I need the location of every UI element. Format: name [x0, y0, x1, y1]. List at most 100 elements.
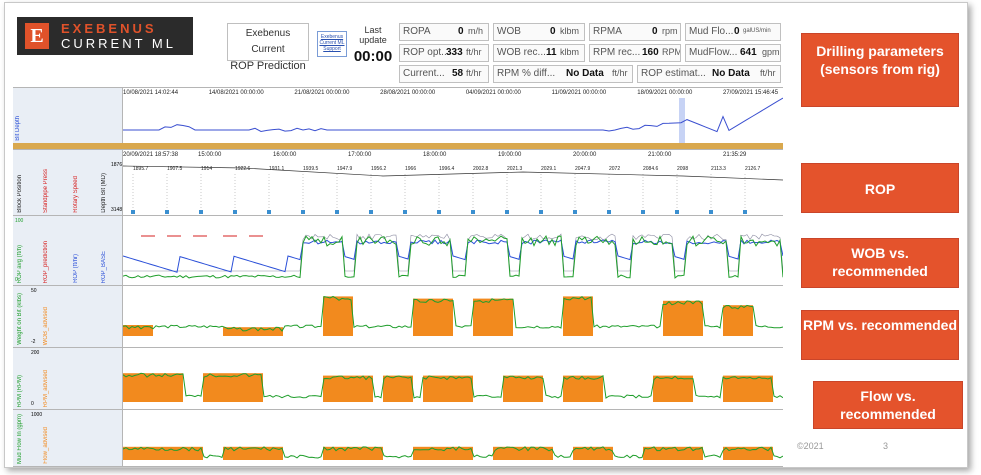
scale-max: 3148 — [111, 207, 123, 213]
event-marker — [369, 210, 373, 214]
scale-min: 1876 — [111, 162, 123, 168]
lane-label: Depth Bit (MD) — [101, 173, 107, 213]
depth-value-label: 2021.3 — [507, 166, 523, 172]
metric-rop-optimal: ROP opt... 333 ft/hr — [399, 44, 489, 62]
flow-lane[interactable]: Mud Flow In (gpm) Flow_advised 1000 — [13, 409, 783, 467]
copyright: ©2021 — [797, 441, 824, 451]
callout-rop: ROP — [801, 163, 959, 213]
overview-lane[interactable]: Bit Depth 10/08/2021 14:02:44 14/08/2021 … — [13, 87, 783, 143]
rpm-lane[interactable]: RPM (RPM) RPM_advised 200 0 — [13, 347, 783, 409]
scale-min: 0 — [31, 401, 34, 407]
metric-current-rop: Current... 58 ft/hr — [399, 65, 489, 83]
advised-value-block — [653, 375, 693, 402]
metric-unit: gpm — [762, 47, 780, 57]
depth-value-label: 1947.9 — [337, 166, 353, 172]
depth-value-label: 2113.3 — [711, 166, 726, 172]
advised-value-block — [203, 373, 263, 402]
metric-mud-flow: Mud Flo... 0 galUS/min — [685, 23, 781, 41]
callout-drilling-parameters: Drilling parameters (sensors from rig) — [801, 33, 959, 107]
depth-value-label: 2072 — [609, 166, 620, 172]
depth-value-label: 1996.4 — [439, 166, 455, 172]
scale-max: 50 — [31, 288, 37, 294]
metric-unit: RPM — [662, 47, 681, 57]
metric-unit: ft/hr — [760, 68, 776, 78]
overview-plot[interactable] — [123, 88, 783, 143]
advised-value-block — [503, 375, 543, 402]
metric-unit: ft/hr — [466, 68, 482, 78]
event-marker — [335, 210, 339, 214]
overview-lane-header: Bit Depth — [13, 88, 123, 143]
rpm-lane-header: RPM (RPM) RPM_advised 200 0 — [13, 348, 123, 409]
depth-value-label: 2098 — [677, 166, 688, 172]
metric-label: RPM rec... — [593, 47, 641, 58]
depth-lane[interactable]: Block Position Standpipe Press Rotary Sp… — [13, 149, 783, 215]
advised-value-block — [563, 375, 603, 402]
depth-value-label: 2084.6 — [643, 166, 659, 172]
logo-text-current-ml: CURRENT ML — [61, 36, 176, 51]
advised-value-block — [473, 298, 513, 336]
event-marker — [437, 210, 441, 214]
metric-label: Mud Flo... — [689, 26, 734, 37]
depth-lane-header: Block Position Standpipe Press Rotary Sp… — [13, 150, 123, 215]
advised-value-block — [563, 296, 593, 336]
metric-unit: ft/hr — [612, 68, 628, 78]
event-marker — [199, 210, 203, 214]
metric-unit: m/h — [468, 26, 484, 36]
metric-wob: WOB 0 klbm — [493, 23, 585, 41]
advised-value-block — [423, 375, 473, 402]
drilling-log-area: Bit Depth 10/08/2021 14:02:44 14/08/2021 … — [13, 87, 783, 467]
metric-value: No Data — [566, 68, 604, 79]
advised-value-block — [413, 298, 453, 336]
lane-label: Standpipe Press — [43, 168, 49, 213]
event-marker — [403, 210, 407, 214]
metric-unit: klbm — [560, 26, 580, 36]
event-marker — [641, 210, 645, 214]
lane-label: Block Position — [17, 175, 23, 213]
metric-wob-recommended: WOB rec... 11 klbm — [493, 44, 585, 62]
last-update-value: 00:00 — [353, 48, 393, 65]
exebenus-logo: E EXEBENUS CURRENT ML — [17, 17, 193, 55]
callout-flow: Flow vs. recommended — [813, 381, 963, 429]
event-marker — [573, 210, 577, 214]
metric-unit: galUS/min — [743, 28, 771, 34]
metric-value: 0 — [550, 26, 556, 37]
depth-value-label: 1966 — [405, 166, 416, 172]
lane-label: RPM_advised — [43, 369, 49, 407]
wob-lane-header: Weight on Bit (klbs) WOB_advised 50 -2 — [13, 286, 123, 347]
depth-value-label: 1956.2 — [371, 166, 387, 172]
metric-mudflow-recommended: MudFlow... 641 gpm — [685, 44, 781, 62]
depth-value-label: 2002.8 — [473, 166, 489, 172]
lane-label: Weight on Bit (klbs) — [17, 293, 23, 345]
event-marker — [471, 210, 475, 214]
rpm-plot[interactable] — [123, 348, 783, 409]
depth-plot[interactable]: 1895.7 1907.5 1914 1922.6 1931.1 1939.5 1947.9… — [123, 150, 783, 215]
scale-max: 100 — [15, 218, 24, 224]
depth-value-label: 2047.9 — [575, 166, 591, 172]
advised-value-block — [123, 373, 183, 402]
metric-rpm-recommended: RPM rec... 160 RPM — [589, 44, 681, 62]
scale-max: 1000 — [31, 412, 43, 418]
advised-value-block — [723, 305, 753, 336]
metric-unit: rpm — [662, 26, 678, 36]
depth-value-label: 1931.1 — [269, 166, 285, 172]
lane-label: RPM (RPM) — [17, 374, 23, 407]
rop-plot[interactable] — [123, 216, 783, 285]
slide-frame: E EXEBENUS CURRENT ML Exebenus Current R… — [4, 2, 968, 468]
metric-label: RPM % diff... — [497, 68, 556, 79]
lane-label: WOB_advised — [43, 306, 49, 345]
wob-plot[interactable] — [123, 286, 783, 347]
advised-value-block — [723, 375, 773, 402]
depth-value-label: 1914 — [201, 166, 212, 172]
support-link-button[interactable]: Exebenus Current ML Support — [317, 31, 347, 57]
rop-lane[interactable]: ROP avg (ft/h) ROP_prediction ROP (ft/hr… — [13, 215, 783, 285]
lane-label: ROP_prediction — [43, 240, 49, 283]
event-marker — [743, 210, 747, 214]
app-title-box: Exebenus Current ROP Prediction — [227, 23, 309, 72]
advised-value-block — [413, 446, 473, 460]
wob-lane[interactable]: Weight on Bit (klbs) WOB_advised 50 -2 — [13, 285, 783, 347]
metric-unit: ft/hr — [466, 47, 482, 57]
logo-mark: E — [25, 23, 49, 49]
metric-label: MudFlow... — [689, 47, 738, 58]
event-marker — [165, 210, 169, 214]
flow-plot[interactable] — [123, 410, 783, 466]
